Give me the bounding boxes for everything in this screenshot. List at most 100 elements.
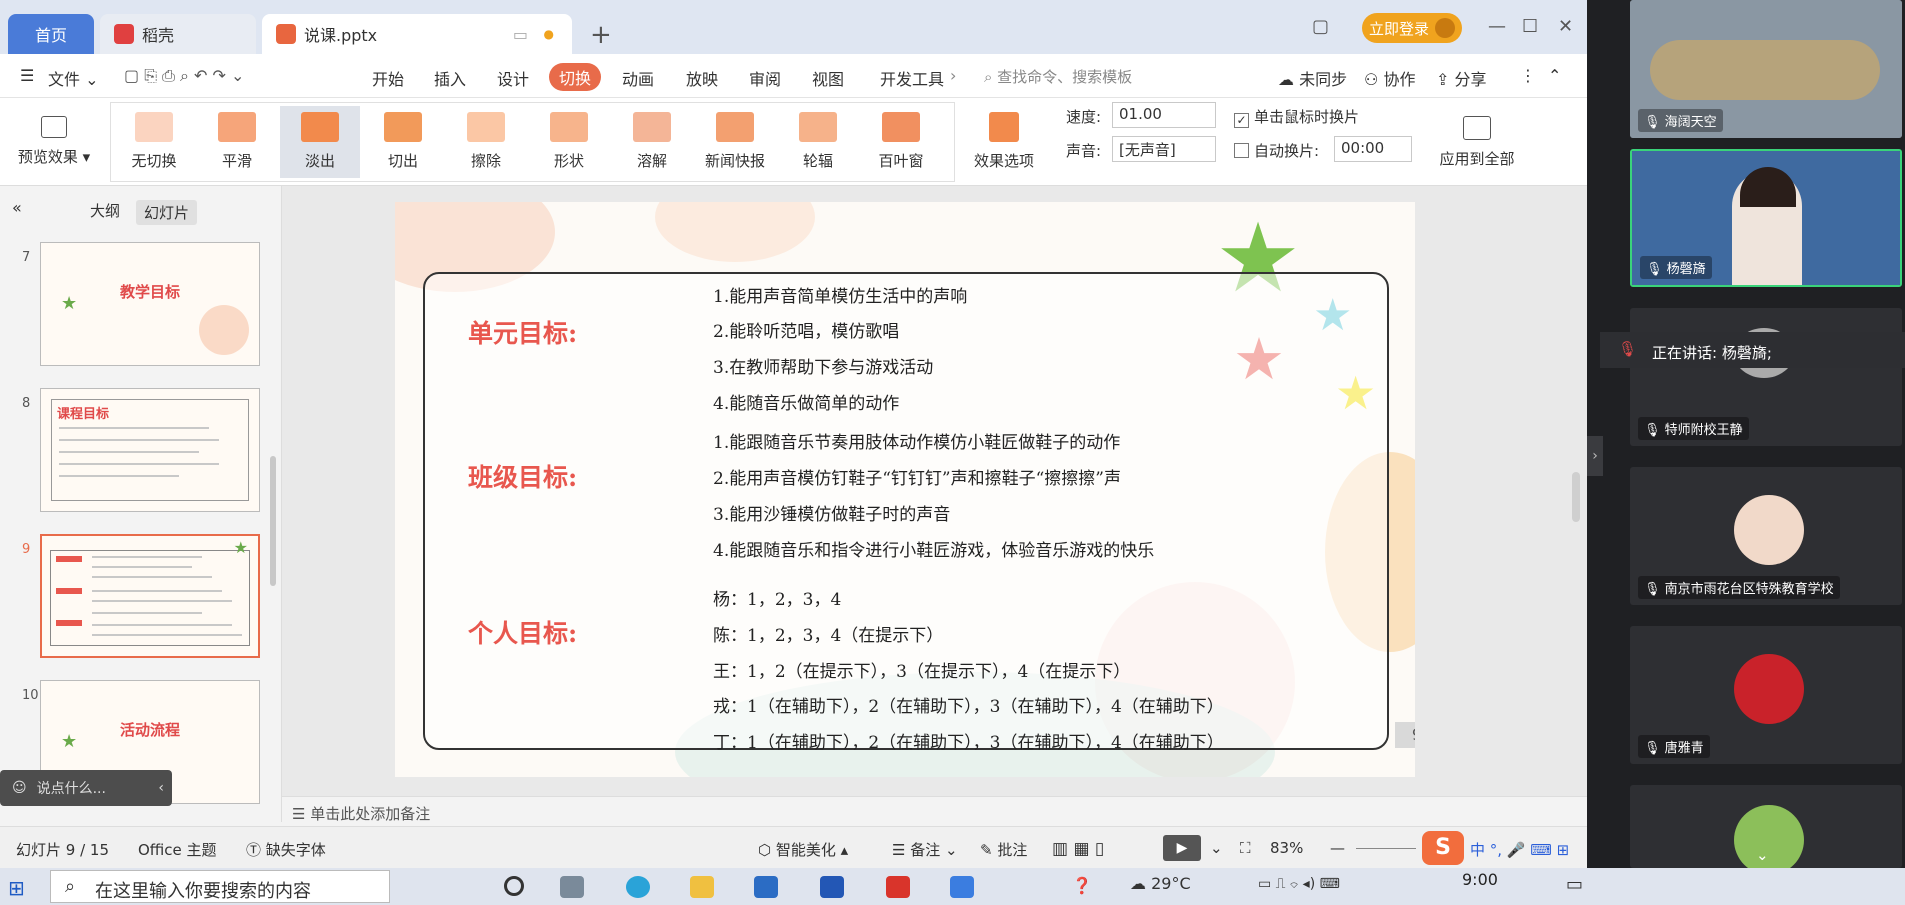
more-options-icon[interactable]: ⋮: [1520, 66, 1536, 85]
slide-thumb-9[interactable]: ★: [40, 534, 260, 658]
login-button[interactable]: 立即登录: [1362, 13, 1462, 43]
participant-tile-active[interactable]: 🎙 杨磬旖: [1630, 149, 1902, 287]
collab-button[interactable]: ⚇ 协作: [1364, 66, 1415, 90]
taskbar-clock[interactable]: 9:00: [1462, 870, 1498, 889]
cortana-icon[interactable]: [504, 876, 524, 896]
menu-item-transition[interactable]: 切换: [549, 63, 602, 91]
sound-select[interactable]: [无声音]: [1112, 136, 1216, 162]
current-slide[interactable]: ★ ★ ★ ★ 单元目标: 1.能用声音简单模仿生活中的声响 2.能聆听范唱，模…: [395, 202, 1415, 777]
collapse-panel-icon[interactable]: «: [12, 198, 22, 217]
taskbar-search[interactable]: ⌕ 在这里输入你要搜索的内容: [50, 870, 390, 903]
auto-time-input[interactable]: 00:00: [1334, 136, 1412, 162]
menu-item-design[interactable]: 设计: [497, 66, 529, 90]
close-button[interactable]: ✕: [1558, 16, 1573, 37]
effect-cut[interactable]: 切出: [363, 106, 443, 178]
sync-button[interactable]: ☁ 未同步: [1278, 66, 1347, 90]
menu-item-slideshow[interactable]: 放映: [686, 66, 718, 90]
participant-tile[interactable]: 🎙 特师附校王静: [1630, 308, 1902, 446]
on-click-checkbox[interactable]: ✓ 单击鼠标时换片: [1234, 106, 1359, 128]
effect-none[interactable]: 无切换: [114, 106, 194, 178]
zoom-out-button[interactable]: —: [1330, 839, 1345, 857]
panel-scrollbar[interactable]: [270, 456, 276, 586]
comment-button[interactable]: ✎ 批注: [980, 839, 1027, 860]
effect-smooth[interactable]: 平滑: [197, 106, 277, 178]
view-switch-icons[interactable]: ▥ ▦ ▯: [1052, 839, 1104, 859]
tab-daoke[interactable]: 稻壳: [100, 14, 256, 54]
meeting-app-icon[interactable]: [950, 876, 974, 898]
help-icon[interactable]: ❓: [1072, 876, 1092, 895]
new-tab-button[interactable]: +: [590, 20, 612, 50]
minimize-button[interactable]: —: [1488, 16, 1506, 37]
apply-all-label: 应用到全部: [1439, 150, 1515, 168]
auto-advance-checkbox[interactable]: 自动换片:: [1234, 140, 1319, 161]
chevron-down-icon[interactable]: ⌄: [1210, 839, 1223, 857]
apply-all-button[interactable]: 应用到全部: [1430, 106, 1524, 178]
explorer-icon[interactable]: [690, 876, 714, 898]
effect-blinds[interactable]: 百叶窗: [861, 106, 941, 178]
notes-toggle-button[interactable]: ☰ 备注 ⌄: [892, 839, 958, 860]
mail-icon[interactable]: [754, 876, 778, 898]
missing-font-button[interactable]: Ⓣ 缺失字体: [246, 839, 326, 860]
effect-wheel[interactable]: 轮辐: [778, 106, 858, 178]
effect-options-button[interactable]: 效果选项: [964, 106, 1044, 178]
sogou-ime-icon[interactable]: S: [1422, 831, 1464, 865]
tab-pptx[interactable]: 说课.pptx ▭ ●: [262, 14, 572, 54]
participant-tile[interactable]: 🎙 海阔天空: [1630, 0, 1902, 138]
command-search[interactable]: ⌕ 查找命令、搜索模板: [984, 66, 1132, 87]
layout-icon[interactable]: ▢: [1312, 16, 1329, 37]
participant-tile[interactable]: ⌄: [1630, 785, 1902, 868]
menu-item-view[interactable]: 视图: [812, 66, 844, 90]
participant-tile[interactable]: 🎙 唐雅青: [1630, 626, 1902, 764]
theme-name[interactable]: Office 主题: [138, 839, 217, 860]
zoom-slider[interactable]: [1356, 848, 1416, 849]
weather[interactable]: ☁ 29°C: [1130, 874, 1191, 893]
speaking-label: 正在讲话: 杨磬旖;: [1652, 344, 1772, 362]
fit-window-icon[interactable]: ⛶: [1240, 839, 1251, 857]
tab-home[interactable]: 首页: [8, 14, 94, 54]
menu-item-animation[interactable]: 动画: [622, 66, 654, 90]
menu-item-start[interactable]: 开始: [372, 66, 404, 90]
participant-tile[interactable]: 🎙 南京市雨花台区特殊教育学校: [1630, 467, 1902, 605]
file-menu[interactable]: 文件 ⌄: [48, 66, 99, 90]
notes-placeholder: 单击此处添加备注: [310, 805, 431, 823]
notes-area[interactable]: ☰ 单击此处添加备注: [282, 796, 1587, 826]
effect-dissolve[interactable]: 溶解: [612, 106, 692, 178]
menu-item-developer[interactable]: 开发工具: [880, 66, 944, 90]
tray-icons[interactable]: ▭ ⎍ ⌔ ◂) ⌨: [1258, 876, 1340, 892]
beautify-button[interactable]: ⬡ 智能美化 ▴: [758, 839, 848, 860]
tab-outline[interactable]: 大纲: [90, 200, 120, 221]
canvas-scrollbar[interactable]: [1572, 472, 1580, 522]
effect-fade[interactable]: 淡出: [280, 106, 360, 178]
expand-panel-icon[interactable]: ›: [1587, 436, 1603, 476]
task-view-icon[interactable]: [560, 876, 584, 898]
quick-tools[interactable]: ▢ ⎘ ⎙ ⌕ ↶ ↷ ⌄: [124, 66, 244, 86]
monitor-icon[interactable]: ▭: [513, 25, 528, 44]
slide-thumb-8[interactable]: 课程目标: [40, 388, 260, 512]
share-button[interactable]: ⇪ 分享: [1436, 66, 1487, 90]
decor-blob: [655, 202, 815, 262]
speed-input[interactable]: 01.00: [1112, 102, 1216, 128]
zoom-level[interactable]: 83%: [1270, 839, 1303, 857]
menu-item-insert[interactable]: 插入: [434, 66, 466, 90]
scroll-down-icon[interactable]: ⌄: [1756, 846, 1769, 864]
effect-newsflash[interactable]: 新闻快报: [695, 106, 775, 178]
wps-icon[interactable]: [886, 876, 910, 898]
effect-shape[interactable]: 形状: [529, 106, 609, 178]
hamburger-menu-icon[interactable]: ☰: [20, 66, 34, 85]
app-icon[interactable]: [820, 876, 844, 898]
slide-thumb-7[interactable]: 教学目标 ★: [40, 242, 260, 366]
preview-effect-button[interactable]: 预览效果 ▾: [14, 106, 94, 178]
ime-mode[interactable]: 中 °, 🎤 ⌨ ⊞: [1470, 839, 1569, 860]
collapse-ribbon-icon[interactable]: ⌃: [1548, 66, 1561, 85]
effect-wipe[interactable]: 擦除: [446, 106, 526, 178]
notification-icon[interactable]: ▭: [1566, 874, 1583, 895]
more-chevron-icon[interactable]: ›: [950, 66, 956, 85]
chevron-left-icon[interactable]: ‹: [158, 780, 164, 796]
tab-slides[interactable]: 幻灯片: [136, 200, 198, 225]
menu-item-review[interactable]: 审阅: [749, 66, 781, 90]
chat-input[interactable]: ☺ 说点什么... ‹: [0, 770, 172, 806]
windows-start-icon[interactable]: ⊞: [8, 876, 25, 900]
play-slideshow-button[interactable]: ▶: [1163, 835, 1201, 861]
edge-icon[interactable]: [626, 876, 650, 898]
maximize-button[interactable]: ☐: [1522, 16, 1538, 37]
